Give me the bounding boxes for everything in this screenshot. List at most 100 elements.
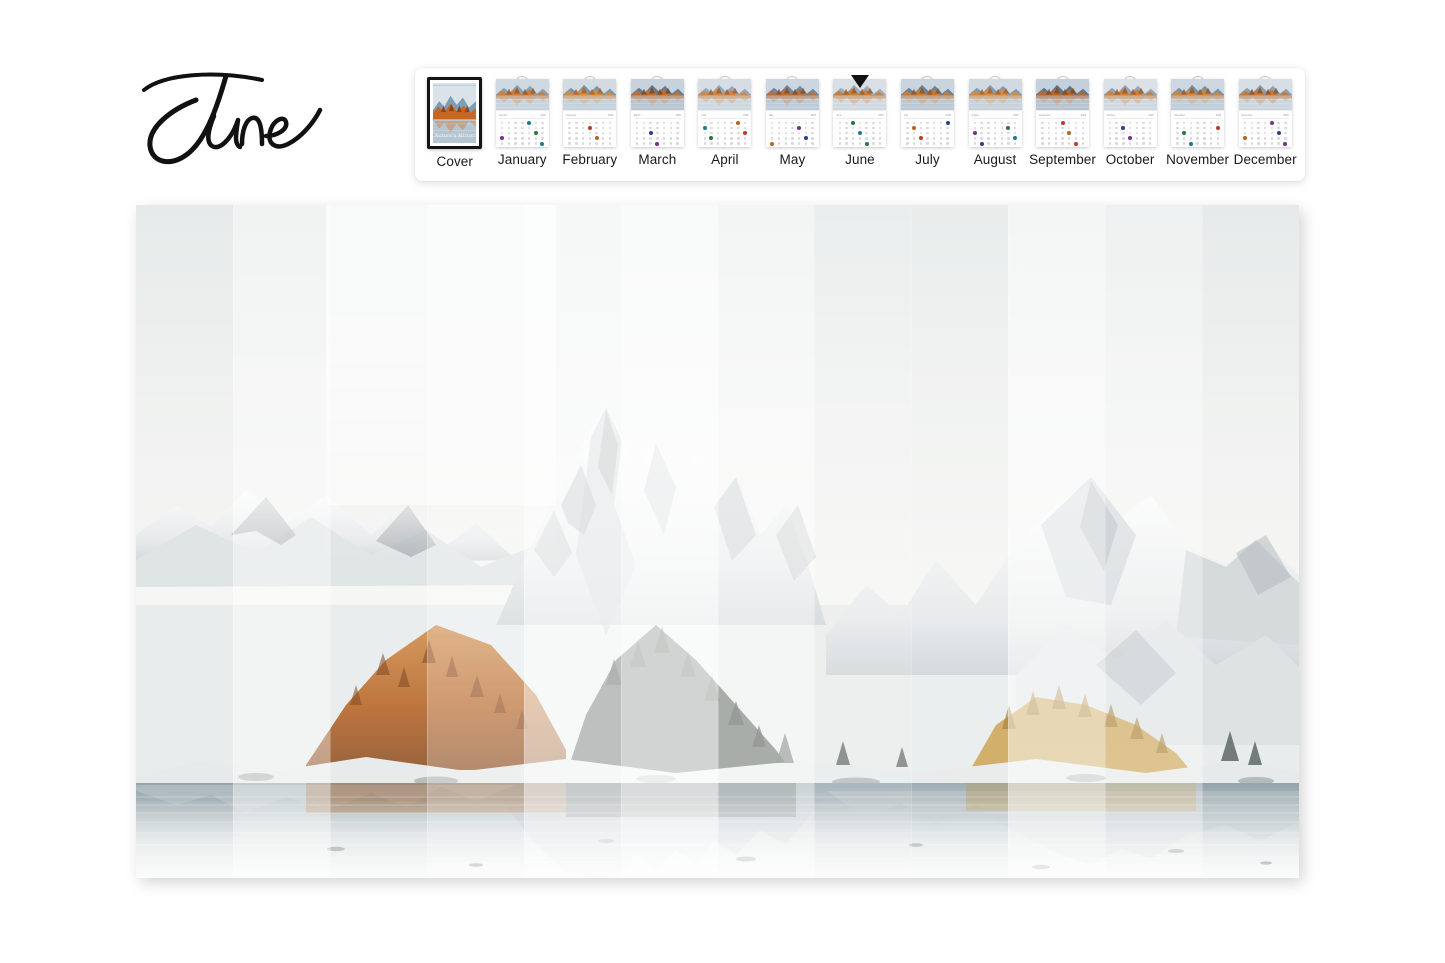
app-canvas: June [0, 0, 1445, 963]
thumbnail-calendar-grid: October 2025 [1103, 111, 1157, 147]
calendar-day-cell [1127, 141, 1134, 146]
mini-calendar-month-label: August [971, 114, 979, 117]
thumbnail-photo [900, 79, 954, 111]
cover-signature-text: Nature's Mirror [434, 134, 475, 139]
calendar-day-cell [843, 141, 850, 146]
thumbnail-photo [765, 79, 819, 111]
thumbnail-calendar-grid: November 2025 [1171, 111, 1225, 147]
mini-calendar-month-label: September [1039, 114, 1051, 117]
calendar-day-cell [1275, 141, 1282, 146]
mini-calendar-header: November 2025 [1173, 114, 1222, 117]
calendar-day-cell [1269, 141, 1276, 146]
mini-calendar-grid [835, 120, 884, 146]
calendar-day-cell [1079, 141, 1086, 146]
thumbnail-label: June [845, 152, 875, 167]
month-thumbnail-card[interactable]: December 2025 [1238, 76, 1292, 147]
calendar-day-cell [661, 141, 668, 146]
mini-calendar-header: August 2025 [971, 114, 1020, 117]
mini-calendar-grid [633, 120, 682, 146]
thumbnail-label: March [638, 152, 677, 167]
calendar-day-cell [1194, 141, 1201, 146]
month-thumbnail-card[interactable]: September 2025 [1036, 76, 1090, 147]
calendar-day-cell [985, 141, 992, 146]
month-thumbnail-card[interactable]: July 2025 [900, 76, 954, 147]
month-thumbnail-card[interactable]: June 2025 [833, 76, 887, 147]
calendar-page-thumbnail-strip[interactable]: Nature's Mirror Cover January 2025 Januar… [415, 68, 1305, 181]
panel-divider [911, 205, 913, 878]
calendar-day-cell [735, 141, 742, 146]
month-thumbnail-card[interactable]: November 2025 [1171, 76, 1225, 147]
calendar-day-cell [1039, 141, 1046, 146]
thumbnail-calendar-grid: September 2025 [1036, 111, 1090, 147]
month-thumbnail-card[interactable]: February 2025 [563, 76, 617, 147]
thumbnail-item-august[interactable]: August 2025 August [961, 76, 1029, 181]
calendar-day-cell [978, 141, 985, 146]
panel-divider [426, 205, 428, 878]
mini-calendar-header: May 2025 [768, 114, 817, 117]
month-thumbnail-card[interactable]: August 2025 [968, 76, 1022, 147]
month-thumbnail-card[interactable]: January 2025 [495, 76, 549, 147]
calendar-week-row [700, 141, 749, 146]
triangle-down-marker-icon [850, 75, 869, 88]
thumbnail-item-may[interactable]: May 2025 May [759, 76, 827, 181]
mini-calendar-month-label: November [1174, 114, 1186, 117]
thumbnail-calendar-grid: March 2025 [630, 111, 684, 147]
mini-calendar-grid [903, 120, 952, 146]
mini-calendar-header: July 2025 [903, 114, 952, 117]
cover-thumbnail-card[interactable]: Nature's Mirror [427, 77, 483, 149]
mini-calendar-year-label: 2025 [810, 114, 816, 117]
calendar-day-cell [1107, 141, 1114, 146]
month-thumbnail-card[interactable]: April 2025 [698, 76, 752, 147]
calendar-day-cell [1066, 141, 1073, 146]
thumbnail-item-july[interactable]: July 2025 July [894, 76, 962, 181]
mini-calendar-year-label: 2025 [878, 114, 884, 117]
calendar-day-cell [512, 141, 519, 146]
calendar-day-cell [1005, 141, 1012, 146]
calendar-day-cell [506, 141, 513, 146]
hero-artwork [136, 205, 1299, 878]
month-thumbnail-card[interactable]: March 2025 [630, 76, 684, 147]
hero-panel [717, 205, 815, 878]
mini-calendar-year-label: 2025 [743, 114, 749, 117]
thumbnail-label: September [1029, 152, 1097, 167]
month-thumbnail-card[interactable]: May 2025 [765, 76, 819, 147]
calendar-day-cell [1214, 141, 1221, 146]
hero-panel [620, 205, 718, 878]
thumbnail-item-march[interactable]: March 2025 March [624, 76, 692, 181]
calendar-day-cell [938, 141, 945, 146]
calendar-day-cell [1208, 141, 1215, 146]
thumbnail-item-cover[interactable]: Nature's Mirror Cover [421, 77, 489, 181]
thumbnail-item-april[interactable]: April 2025 April [691, 76, 759, 181]
calendar-day-cell [1242, 141, 1249, 146]
calendar-day-cell [1012, 141, 1019, 146]
thumbnail-item-november[interactable]: November 2025 November [1164, 76, 1232, 181]
thumbnail-item-september[interactable]: September 2025 September [1029, 76, 1097, 181]
thumbnail-item-february[interactable]: February 2025 February [556, 76, 624, 181]
hero-calendar-page-image[interactable] [136, 205, 1299, 878]
thumbnail-photo [563, 79, 617, 111]
thumbnail-calendar-grid: August 2025 [968, 111, 1022, 147]
calendar-day-cell [944, 141, 951, 146]
calendar-day-cell [566, 141, 573, 146]
mini-calendar-rule [566, 118, 614, 119]
calendar-day-cell [850, 141, 857, 146]
hero-panel [136, 205, 233, 878]
calendar-day-cell [776, 141, 783, 146]
thumbnail-item-june[interactable]: June 2025 June [826, 75, 894, 181]
thumbnail-photo [495, 79, 549, 111]
thumbnail-calendar-grid: January 2025 [495, 111, 549, 147]
panel-divider [1202, 205, 1203, 878]
thumbnail-item-december[interactable]: December 2025 December [1231, 76, 1299, 181]
mini-calendar-rule [498, 118, 546, 119]
calendar-day-cell [701, 141, 708, 146]
thumbnail-calendar-grid: June 2025 [833, 111, 887, 147]
mini-calendar-month-label: March [633, 114, 641, 117]
thumbnail-item-january[interactable]: January 2025 January [489, 76, 557, 181]
calendar-day-cell [586, 141, 593, 146]
calendar-week-row [1106, 141, 1155, 146]
calendar-day-cell [836, 141, 843, 146]
month-thumbnail-card[interactable]: October 2025 [1103, 76, 1157, 147]
calendar-day-cell [1133, 141, 1140, 146]
thumbnail-item-october[interactable]: October 2025 October [1096, 76, 1164, 181]
calendar-week-row [1241, 141, 1290, 146]
